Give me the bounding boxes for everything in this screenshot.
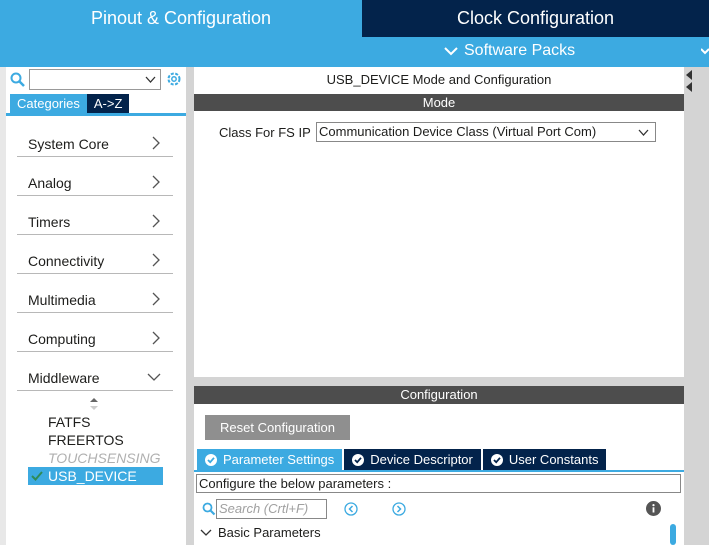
configuration-section-header: Configuration [194, 386, 684, 404]
class-fs-ip-value: Communication Device Class (Virtual Port… [319, 124, 597, 139]
basic-parameters-group[interactable]: Basic Parameters [200, 525, 321, 540]
middleware-item-touchsensing: TOUCHSENSING [48, 450, 161, 466]
reset-configuration-button[interactable]: Reset Configuration [205, 415, 350, 440]
collapse-left-icon[interactable] [685, 70, 693, 80]
middleware-item-usb-device[interactable]: USB_DEVICE [28, 467, 163, 485]
check-circle-icon [352, 453, 365, 466]
search-icon [202, 502, 216, 516]
chevron-down-icon [200, 529, 212, 536]
software-packs-menu[interactable]: Software Packs [444, 42, 575, 60]
configuration-panel: Configuration Reset Configuration Parame… [194, 386, 684, 545]
horizontal-splitter[interactable] [194, 377, 684, 386]
middleware-list: FATFS FREERTOS TOUCHSENSING USB_DEVICE [28, 413, 163, 485]
scrollbar-thumb[interactable] [670, 524, 676, 545]
mode-section-header: Mode [194, 94, 684, 111]
tab-pinout-configuration[interactable]: Pinout & Configuration [0, 0, 362, 37]
category-tab-underline [6, 113, 186, 116]
top-tabs: Pinout & Configuration Clock Configurati… [0, 0, 709, 37]
category-search-row [10, 69, 186, 91]
category-label: Middleware [28, 370, 100, 386]
category-item-connectivity[interactable]: Connectivity [17, 235, 173, 274]
collapse-left-icon[interactable] [685, 82, 693, 92]
right-collapse-strip[interactable] [684, 67, 709, 545]
category-label: System Core [28, 136, 109, 152]
software-packs-bar: Software Packs [0, 37, 709, 67]
chevron-right-icon [152, 331, 160, 345]
chevron-right-icon [152, 214, 160, 228]
tab-device-descriptor[interactable]: Device Descriptor [344, 449, 481, 470]
tab-label: Device Descriptor [370, 452, 473, 467]
chevron-down-icon[interactable] [701, 45, 709, 59]
middleware-item-freertos[interactable]: FREERTOS [28, 431, 163, 449]
chevron-down-icon [147, 373, 161, 381]
software-packs-label: Software Packs [464, 42, 576, 59]
info-icon[interactable] [646, 501, 661, 516]
page-title: USB_DEVICE Mode and Configuration [326, 72, 552, 87]
category-label: Connectivity [28, 253, 105, 269]
category-item-middleware[interactable]: Middleware [17, 352, 173, 391]
configuration-tab-underline [194, 470, 684, 472]
tab-label: User Constants [508, 452, 599, 467]
category-list: System Core Analog Timers Connectivity M… [17, 118, 173, 391]
middleware-item-fatfs[interactable]: FATFS [28, 413, 163, 431]
check-icon [31, 471, 43, 481]
tab-categories[interactable]: Categories [10, 94, 87, 113]
category-item-computing[interactable]: Computing [17, 313, 173, 352]
category-item-system-core[interactable]: System Core [17, 118, 173, 157]
category-label: Computing [28, 331, 96, 347]
configure-hint: Configure the below parameters : [196, 474, 681, 493]
next-match-icon[interactable] [392, 502, 406, 516]
chevron-down-icon [444, 47, 458, 56]
sort-arrows-icon[interactable] [89, 398, 99, 410]
tab-a-to-z[interactable]: A->Z [86, 94, 130, 113]
middleware-item-label: USB_DEVICE [48, 468, 137, 484]
category-label: Timers [28, 214, 71, 230]
search-icon [10, 72, 25, 87]
class-fs-ip-select[interactable]: Communication Device Class (Virtual Port… [316, 122, 656, 142]
category-tabs: Categories A->Z [10, 94, 130, 113]
parameter-search-input[interactable]: Search (Crtl+F) [216, 499, 327, 519]
category-item-multimedia[interactable]: Multimedia [17, 274, 173, 313]
left-edge-strip [0, 67, 6, 545]
class-fs-ip-label: Class For FS IP [219, 125, 311, 140]
basic-parameters-label: Basic Parameters [218, 525, 321, 540]
check-circle-icon [205, 453, 217, 466]
tab-clock-configuration[interactable]: Clock Configuration [362, 0, 709, 37]
tab-label: Parameter Settings [223, 452, 335, 467]
chevron-right-icon [152, 253, 160, 267]
category-item-timers[interactable]: Timers [17, 196, 173, 235]
previous-match-icon[interactable] [344, 502, 358, 516]
check-circle-icon [490, 453, 503, 466]
category-item-analog[interactable]: Analog [17, 157, 173, 196]
configuration-tabs: Parameter Settings Device Descriptor Use… [197, 449, 608, 470]
panel-splitter[interactable] [186, 67, 194, 545]
chevron-down-icon [638, 129, 649, 136]
tab-user-constants[interactable]: User Constants [482, 449, 607, 470]
chevron-right-icon [152, 292, 160, 306]
category-label: Multimedia [28, 292, 96, 308]
gear-icon[interactable] [165, 70, 183, 88]
chevron-down-icon[interactable] [145, 74, 156, 85]
chevron-right-icon [152, 175, 160, 189]
chevron-right-icon [152, 136, 160, 150]
category-search-input[interactable] [29, 69, 161, 90]
mode-panel: USB_DEVICE Mode and Configuration Mode C… [194, 67, 684, 377]
category-label: Analog [28, 175, 72, 191]
tab-parameter-settings[interactable]: Parameter Settings [197, 449, 343, 470]
